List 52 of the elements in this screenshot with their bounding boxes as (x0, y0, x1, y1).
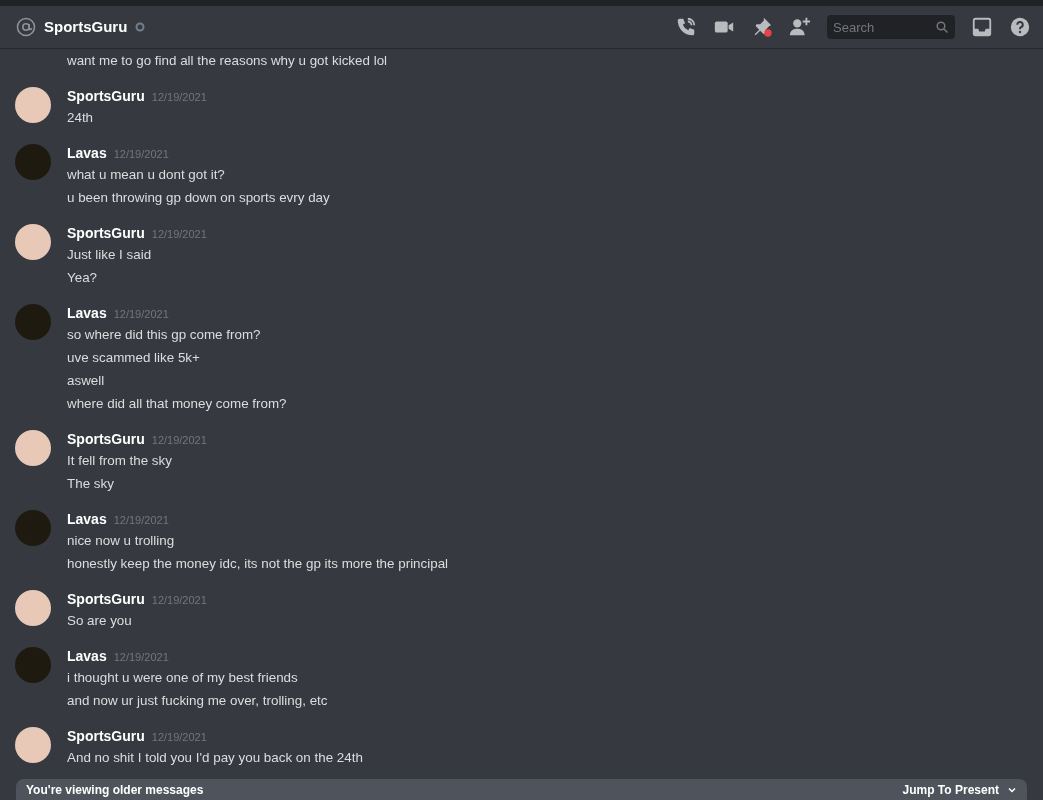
message-text: and now ur just fucking me over, trolling, etc (67, 692, 328, 710)
message-text: The sky (67, 475, 115, 493)
message-text: 24th (67, 109, 95, 127)
timestamp: 12/19/2021 (151, 593, 207, 608)
older-messages-notice: You're viewing older messages (26, 781, 204, 799)
message-text: u been throwing gp down on sports evry day (67, 189, 330, 207)
message-text: uve scammed like 5k+ (67, 349, 201, 367)
message-text: nice now u trolling (67, 532, 176, 550)
timestamp: 12/19/2021 (151, 433, 207, 448)
timestamp: 12/19/2021 (113, 650, 169, 665)
search-field[interactable]: Search (827, 15, 955, 39)
channel-title: SportsGuru (44, 16, 128, 37)
timestamp: 12/19/2021 (151, 730, 207, 745)
avatar[interactable] (15, 590, 51, 626)
author-name[interactable]: Lavas (67, 303, 107, 323)
avatar[interactable] (15, 430, 51, 466)
inbox-icon[interactable] (971, 16, 993, 38)
status-icon (135, 22, 146, 32)
message-text: It fell from the sky (67, 452, 173, 470)
author-name[interactable]: SportsGuru (67, 223, 145, 243)
message-text: Yea? (67, 269, 99, 287)
author-name[interactable]: Lavas (67, 143, 107, 163)
at-sign-icon (16, 17, 36, 37)
message-text: So are you (67, 612, 133, 630)
timestamp: 12/19/2021 (113, 513, 169, 528)
jump-to-present-button[interactable]: Jump To Present (902, 780, 999, 799)
message-text: Just like I said (67, 246, 153, 264)
message-text: so where did this gp come from? (67, 326, 262, 344)
avatar[interactable] (15, 87, 51, 123)
timestamp: 12/19/2021 (113, 147, 169, 162)
avatar[interactable] (15, 727, 51, 763)
add-friend-icon[interactable] (789, 16, 811, 38)
author-name[interactable]: SportsGuru (67, 726, 145, 746)
timestamp: 12/19/2021 (151, 90, 207, 105)
phone-call-icon[interactable] (675, 16, 697, 38)
message-text: aswell (67, 372, 106, 390)
author-name[interactable]: SportsGuru (67, 589, 145, 609)
timestamp: 12/19/2021 (113, 307, 169, 322)
message-text: want me to go find all the reasons why u got kicked lol (67, 52, 388, 70)
message-text: i thought u were one of my best friends (67, 669, 299, 687)
avatar[interactable] (15, 224, 51, 260)
timestamp: 12/19/2021 (151, 227, 207, 242)
message-text: what u mean u dont got it? (67, 166, 226, 184)
help-icon[interactable] (1009, 16, 1031, 38)
search-icon (936, 21, 948, 33)
author-name[interactable]: SportsGuru (67, 86, 145, 106)
message-text: And no shit I told you I'd pay you back on the 24th (67, 749, 363, 767)
author-name[interactable]: Lavas (67, 509, 107, 529)
message-text: where did all that money come from? (67, 395, 287, 413)
author-name[interactable]: SportsGuru (67, 429, 145, 449)
message-text: honestly keep the money idc, its not the gp its more the principal (67, 555, 449, 573)
author-name[interactable]: Lavas (67, 646, 107, 666)
